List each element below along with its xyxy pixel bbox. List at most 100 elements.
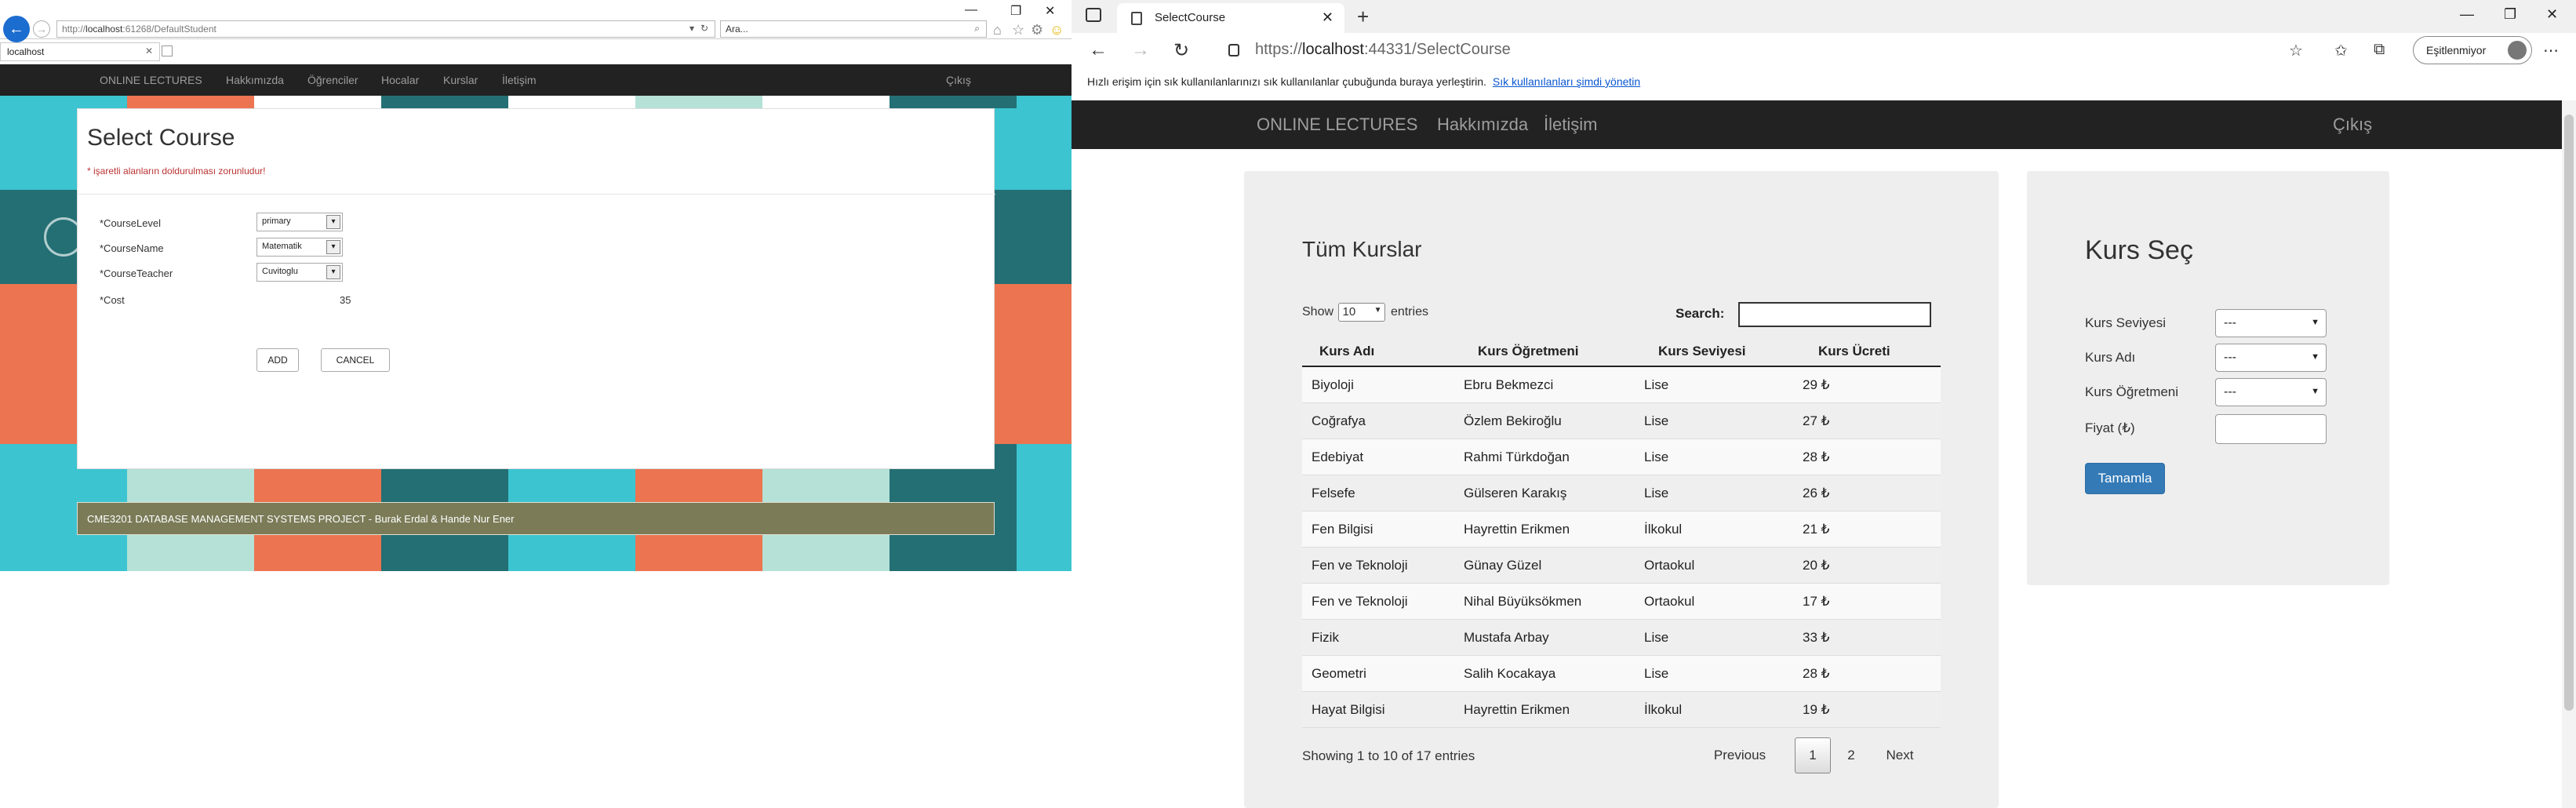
address-bar[interactable]: https://localhost:44331/SelectCourse <box>1255 41 1511 59</box>
pattern-tile <box>995 190 1072 284</box>
pagination-page-1[interactable]: 1 <box>1795 737 1831 773</box>
search-icon[interactable]: ⌕ <box>974 23 980 35</box>
ie-tab[interactable]: localhost ✕ <box>0 42 160 61</box>
tab-actions-icon[interactable] <box>1086 8 1101 22</box>
column-header[interactable]: Kurs Seviyesi <box>1658 344 1746 359</box>
collections-icon[interactable]: ⧉ <box>2374 41 2385 59</box>
new-tab-icon[interactable]: + <box>1357 5 1369 29</box>
nav-item-students[interactable]: Öğrenciler <box>307 74 358 86</box>
course-level-cell: Lise <box>1644 377 1669 392</box>
nav-item-teachers[interactable]: Hocalar <box>381 74 419 86</box>
price-input[interactable] <box>2215 414 2327 444</box>
chevron-down-icon[interactable]: ▾ <box>326 240 340 254</box>
table-row: Edebiyat Rahmi Türkdoğan Lise 28 ₺ <box>1302 439 1941 475</box>
tab-close-icon[interactable]: ✕ <box>1322 9 1333 26</box>
profile-sync-button[interactable]: Eşitlenmiyor <box>2413 36 2532 64</box>
chevron-down-icon[interactable]: ▾ <box>326 215 340 229</box>
courses-table: Kurs Adı Kurs Öğretmeni Kurs Seviyesi Ku… <box>1302 334 1941 728</box>
close-icon[interactable]: ✕ <box>2546 6 2558 23</box>
course-name-select[interactable]: Matematik ▾ <box>257 238 343 257</box>
close-icon[interactable]: ✕ <box>1045 3 1055 19</box>
search-placeholder: Ara... <box>726 24 748 35</box>
cancel-button[interactable]: CANCEL <box>321 348 390 372</box>
gear-icon[interactable]: ⚙ <box>1031 22 1043 38</box>
course-teacher-cell: Hayrettin Erikmen <box>1464 522 1570 537</box>
lock-icon[interactable] <box>1228 44 1239 56</box>
dropdown-icon[interactable]: ▾ <box>689 23 694 34</box>
course-teacher-select[interactable]: Cuvitoglu ▾ <box>257 263 343 282</box>
add-favorite-icon[interactable]: ☆ <box>2289 41 2303 60</box>
star-icon[interactable]: ☆ <box>1012 22 1024 38</box>
column-header[interactable]: Kurs Öğretmeni <box>1478 344 1578 359</box>
course-level-cell: Ortaokul <box>1644 558 1695 573</box>
select-course-panel: Kurs Seç Kurs Seviyesi --- ▼ Kurs Adı ---… <box>2027 171 2389 585</box>
footer-bar: CME3201 DATABASE MANAGEMENT SYSTEMS PROJ… <box>77 502 995 535</box>
edge-tab[interactable]: SelectCourse ✕ <box>1117 3 1344 33</box>
nav-item-contact[interactable]: İletişim <box>1544 115 1597 135</box>
entries-length: Show 10 ▼ entries <box>1302 303 1428 322</box>
minimize-icon[interactable]: — <box>2460 6 2474 23</box>
home-icon[interactable]: ⌂ <box>993 22 1002 38</box>
scrollbar-thumb[interactable] <box>2564 115 2574 711</box>
nav-brand[interactable]: ONLINE LECTURES <box>100 74 202 86</box>
complete-button[interactable]: Tamamla <box>2085 463 2165 494</box>
url-rest: :61268/DefaultStudent <box>122 24 216 35</box>
course-name-cell: Fizik <box>1312 630 1339 645</box>
chevron-down-icon[interactable]: ▼ <box>2311 352 2319 362</box>
chevron-down-icon[interactable]: ▾ <box>326 265 340 279</box>
chevron-down-icon[interactable]: ▼ <box>2311 318 2319 327</box>
course-name-cell: Fen ve Teknoloji <box>1312 594 1408 609</box>
manage-favorites-link[interactable]: Sık kullanılanları şimdi yönetin <box>1493 75 1640 88</box>
course-name-cell: Edebiyat <box>1312 449 1364 464</box>
nav-item-courses[interactable]: Kurslar <box>443 74 478 86</box>
table-body: Biyoloji Ebru Bekmezci Lise 29 ₺ Coğrafya Özl… <box>1302 367 1941 728</box>
favorites-icon[interactable]: ✩ <box>2334 41 2348 60</box>
chevron-down-icon[interactable]: ▼ <box>1374 306 1382 315</box>
course-price-cell: 21 ₺ <box>1803 522 1830 537</box>
table-row: Fizik Mustafa Arbay Lise 33 ₺ <box>1302 620 1941 656</box>
tab-close-icon[interactable]: ✕ <box>145 45 153 56</box>
pagination-page-2[interactable]: 2 <box>1834 737 1868 773</box>
nav-item-about[interactable]: Hakkımızda <box>1437 115 1528 135</box>
entries-select[interactable]: 10 ▼ <box>1338 303 1386 322</box>
select-course-form: Select Course * işaretli alanların doldu… <box>77 108 995 469</box>
maximize-icon[interactable]: ❐ <box>1010 3 1021 19</box>
chevron-down-icon[interactable]: ▼ <box>2311 387 2319 396</box>
table-header: Kurs Adı Kurs Öğretmeni Kurs Seviyesi Ku… <box>1302 334 1941 367</box>
search-input[interactable] <box>1738 302 1931 327</box>
smiley-icon[interactable]: ☺ <box>1050 22 1064 38</box>
course-price-cell: 28 ₺ <box>1803 449 1830 464</box>
address-bar[interactable]: http://localhost:61268/DefaultStudent ▾ ↻ <box>56 20 715 38</box>
nav-item-contact[interactable]: İletişim <box>502 74 537 86</box>
back-arrow-icon[interactable]: ← <box>1089 39 1108 61</box>
nav-item-about[interactable]: Hakkımızda <box>226 74 284 86</box>
refresh-icon[interactable]: ↻ <box>1173 39 1189 62</box>
page-icon <box>1131 12 1142 25</box>
favorites-bar-text: Hızlı erişim için sık kullanılanlarınızı… <box>1087 75 1486 88</box>
course-teacher-select[interactable]: --- ▼ <box>2215 378 2327 406</box>
course-name-cell: Fen Bilgisi <box>1312 522 1374 537</box>
course-name-select[interactable]: --- ▼ <box>2215 344 2327 372</box>
restore-icon[interactable]: ❐ <box>2504 6 2516 23</box>
minimize-icon[interactable]: — <box>965 3 977 17</box>
nav-logout[interactable]: Çıkış <box>2333 115 2372 135</box>
column-header[interactable]: Kurs Adı <box>1319 344 1374 359</box>
entries-select-value: 10 <box>1342 305 1356 318</box>
course-level-select[interactable]: --- ▼ <box>2215 309 2327 337</box>
new-tab-icon[interactable] <box>162 45 173 56</box>
search-input[interactable]: Ara... ⌕ <box>720 20 987 38</box>
nav-logout[interactable]: Çıkış <box>946 74 971 86</box>
avatar <box>2508 41 2527 60</box>
pattern-tile <box>127 96 254 108</box>
pagination-previous[interactable]: Previous <box>1707 737 1773 773</box>
nav-brand[interactable]: ONLINE LECTURES <box>1257 115 1417 135</box>
forward-arrow-icon[interactable]: → <box>1131 39 1150 61</box>
back-arrow-icon[interactable]: ← <box>3 16 30 42</box>
column-header[interactable]: Kurs Ücreti <box>1818 344 1890 359</box>
add-button[interactable]: ADD <box>257 348 299 372</box>
more-icon[interactable]: ⋯ <box>2543 41 2559 60</box>
pagination-next[interactable]: Next <box>1876 737 1923 773</box>
refresh-icon[interactable]: ↻ <box>700 23 708 34</box>
forward-arrow-icon[interactable]: → <box>33 20 50 38</box>
course-level-select[interactable]: primary ▾ <box>257 213 343 231</box>
